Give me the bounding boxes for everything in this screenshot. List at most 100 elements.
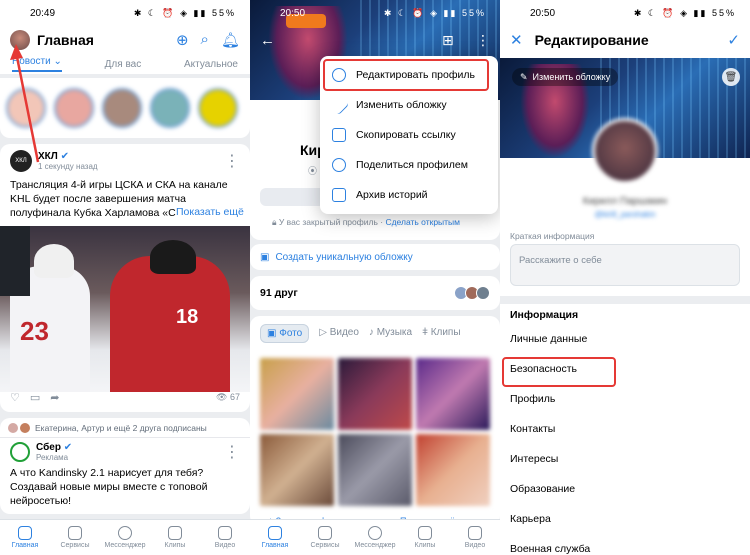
share-icon: [332, 158, 346, 172]
photo-thumb[interactable]: [260, 434, 334, 506]
info-item-career[interactable]: Карьера: [500, 504, 750, 534]
tab-trending[interactable]: Актуальное: [184, 59, 238, 70]
info-item-education[interactable]: Образование: [500, 474, 750, 504]
photo-thumb[interactable]: [260, 358, 334, 430]
more-icon[interactable]: ⋮: [224, 442, 240, 462]
bottom-tabbar: Главная Сервисы Мессенджер Клипы Видео: [0, 519, 250, 555]
page-title: Редактирование: [534, 32, 649, 48]
post-khl: ХКЛ ХКЛ ✔ 1 секунду назад ⋮ Трансляция 4…: [0, 144, 250, 412]
tab-home[interactable]: Главная: [251, 526, 299, 549]
info-item-military[interactable]: Военная служба: [500, 534, 750, 555]
bottom-tabbar: Главная Сервисы Мессенджер Клипы Видео: [250, 519, 500, 555]
location-icon: ⦿: [308, 166, 318, 176]
tab-clips[interactable]: Клипы: [151, 526, 199, 549]
tab-video[interactable]: ▷ Видео: [319, 324, 359, 343]
story-item[interactable]: [198, 88, 238, 128]
home-icon: [268, 526, 282, 540]
comment-icon[interactable]: ▭: [30, 391, 40, 404]
post-image-hockey[interactable]: 23 18: [0, 226, 250, 392]
tab-clips[interactable]: Клипы: [401, 526, 449, 549]
sber-logo: [10, 442, 30, 462]
video-icon: [218, 526, 232, 540]
highlight-edit-profile: [323, 59, 489, 91]
trash-icon[interactable]: 🗑︎: [722, 68, 740, 86]
clips-icon: [418, 526, 432, 540]
menu-item-copy-link[interactable]: Скопировать ссылку: [320, 120, 498, 150]
post-time: 1 секунду назад: [38, 162, 98, 171]
status-icons: ✱ ☾ ⏰ ◈ ▮▮ 55%: [133, 7, 236, 18]
close-icon[interactable]: ✕: [510, 31, 523, 49]
create-cover-row[interactable]: ▣ Создать уникальную обложку: [250, 244, 500, 270]
tab-services[interactable]: Сервисы: [301, 526, 349, 549]
info-item-contacts[interactable]: Контакты: [500, 414, 750, 444]
info-item-profile[interactable]: Профиль: [500, 384, 750, 414]
tab-messenger[interactable]: Мессенджер: [351, 526, 399, 549]
profile-avatar[interactable]: [592, 118, 658, 184]
profile-handle: @kirill_parshakin: [594, 210, 656, 219]
friends-count: 91 друг: [260, 287, 298, 299]
tab-photo[interactable]: ▣ Фото: [260, 324, 310, 343]
add-icon[interactable]: ⊕: [176, 31, 189, 49]
tab-for-you[interactable]: Для вас: [105, 59, 142, 70]
make-open-link[interactable]: Сделать открытым: [385, 217, 460, 227]
photo-thumb[interactable]: [416, 434, 490, 506]
menu-item-story-archive[interactable]: Архив историй: [320, 180, 498, 210]
share-icon[interactable]: ➦: [50, 391, 59, 404]
tab-news[interactable]: Новости ⌄: [12, 56, 62, 72]
back-icon[interactable]: ←: [260, 32, 275, 49]
tab-music[interactable]: ♪ Музыка: [369, 324, 412, 343]
copy-icon: [332, 128, 346, 142]
grid-icon: [68, 526, 82, 540]
story-item[interactable]: [102, 88, 142, 128]
photo-thumb[interactable]: [338, 358, 412, 430]
friend-avatar: [476, 286, 490, 300]
stories-row: [0, 78, 250, 138]
qr-icon[interactable]: ⊞: [442, 32, 454, 49]
more-icon[interactable]: ⋮: [476, 32, 490, 49]
pencil-icon: [329, 95, 349, 115]
show-more-link[interactable]: Показать ещё: [176, 206, 244, 218]
home-header: Главная ⊕ ⌕ 🔔︎: [0, 26, 250, 54]
friends-row[interactable]: 91 друг: [250, 276, 500, 310]
post-author[interactable]: Сбер: [36, 442, 61, 453]
photo-thumb[interactable]: [338, 434, 412, 506]
change-cover-button[interactable]: ✎ Изменить обложку: [512, 68, 619, 86]
pencil-icon: ✎: [520, 71, 528, 82]
tab-clips[interactable]: ǂ Клипы: [422, 324, 460, 343]
story-item[interactable]: [150, 88, 190, 128]
khl-logo: ХКЛ: [10, 150, 32, 172]
views-count: 👁︎ 67: [216, 391, 240, 402]
info-item-personal-data[interactable]: Личные данные: [500, 324, 750, 354]
subscribers-text: Екатерина, Артур и ещё 2 друга подписаны: [35, 422, 207, 433]
status-time: 20:50: [280, 7, 306, 19]
tab-video[interactable]: Видео: [201, 526, 249, 549]
menu-item-change-cover[interactable]: Изменить обложку: [320, 90, 498, 120]
post-author[interactable]: ХКЛ: [38, 151, 58, 162]
clips-icon: [168, 526, 182, 540]
tab-messenger[interactable]: Мессенджер: [101, 526, 149, 549]
photo-thumb[interactable]: [416, 358, 490, 430]
divider: [500, 296, 750, 304]
menu-item-share-profile[interactable]: Поделиться профилем: [320, 150, 498, 180]
status-bar: 20:49 ✱ ☾ ⏰ ◈ ▮▮ 55%: [0, 0, 250, 26]
status-time: 20:50: [530, 7, 556, 19]
story-item[interactable]: [54, 88, 94, 128]
story-item[interactable]: [6, 88, 46, 128]
like-icon[interactable]: ♡: [10, 391, 20, 404]
tab-services[interactable]: Сервисы: [51, 526, 99, 549]
brief-info-input[interactable]: Расскажите о себе: [510, 244, 740, 286]
highlight-security: [502, 357, 616, 387]
avatar[interactable]: [10, 30, 30, 50]
tab-home[interactable]: Главная: [1, 526, 49, 549]
status-time: 20:49: [30, 7, 56, 19]
search-icon[interactable]: ⌕: [201, 31, 209, 49]
page-title: Главная: [37, 32, 94, 48]
more-icon[interactable]: ⋮: [224, 151, 240, 171]
info-item-interests[interactable]: Интересы: [500, 444, 750, 474]
bell-icon[interactable]: 🔔︎: [221, 31, 240, 49]
tab-video[interactable]: Видео: [451, 526, 499, 549]
panel-profile-menu: 20:50 ✱ ☾ ⏰ ◈ ▮▮ 55% ← ⊞ ⋮ Кир ⦿ 🔒︎ У ва…: [250, 0, 500, 555]
video-icon: [468, 526, 482, 540]
closed-profile-notice: 🔒︎ У вас закрытый профиль · Сделать откр…: [272, 217, 461, 227]
check-icon[interactable]: ✓: [727, 31, 740, 49]
